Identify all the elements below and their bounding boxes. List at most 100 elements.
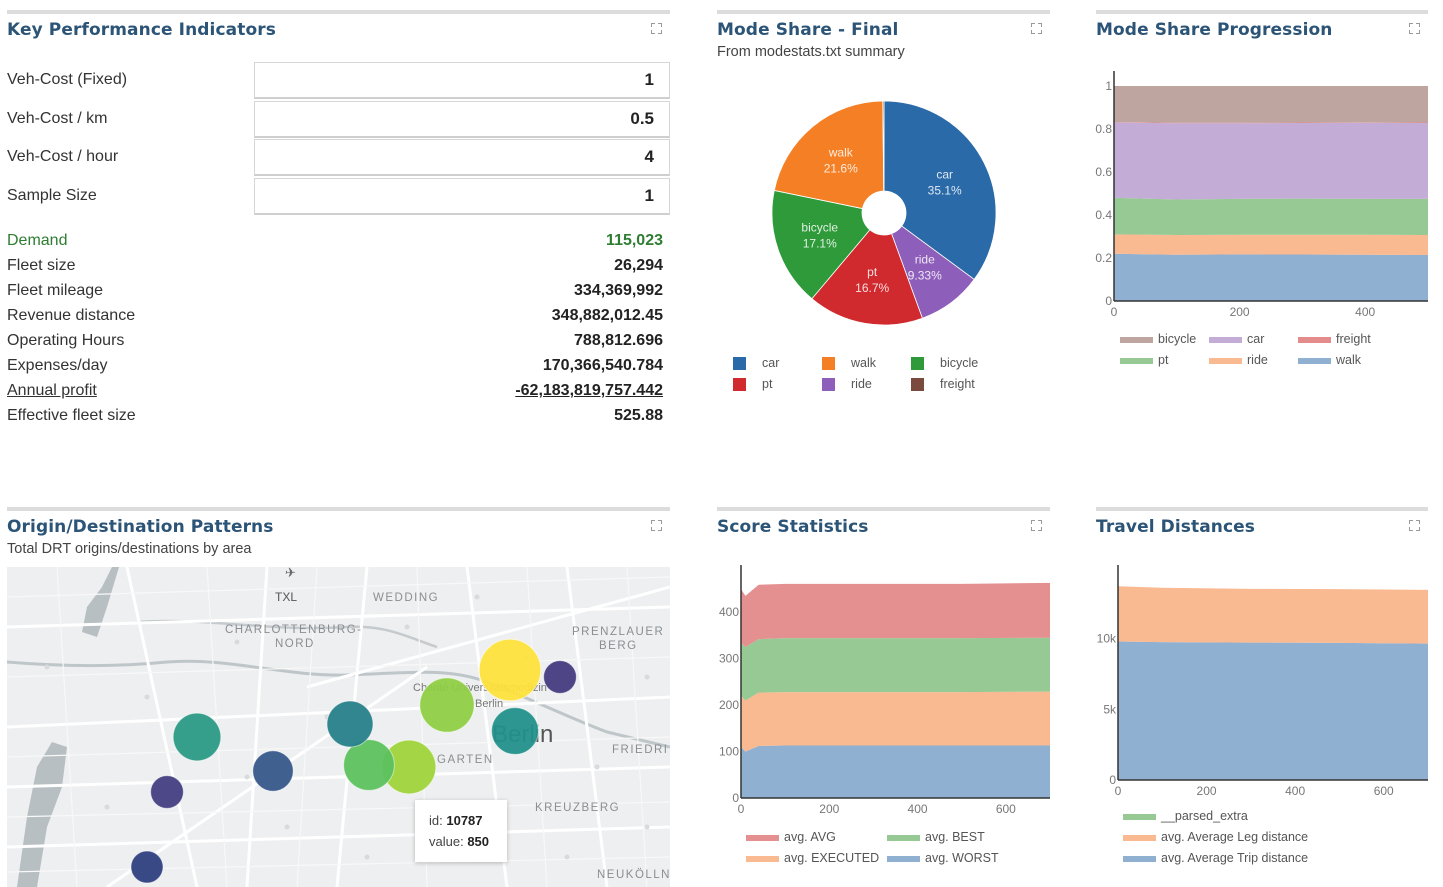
param-input[interactable] xyxy=(254,139,670,176)
area-series[interactable] xyxy=(1118,641,1428,780)
mode-share-progression-legend: bicycle car freight pt ride walk xyxy=(1120,332,1420,372)
legend-label: avg. WORST xyxy=(925,851,999,865)
score-statistics-legend: avg. AVG avg. BEST avg. EXECUTED avg. WORST xyxy=(746,830,1046,870)
expand-icon[interactable] xyxy=(1031,23,1042,34)
mode-share-final-subtitle: From modestats.txt summary xyxy=(717,44,905,60)
mode-share-legend: car walk bicycle pt ride freight xyxy=(733,356,1033,396)
od-bubble[interactable] xyxy=(172,712,222,762)
kpi-label: Fleet size xyxy=(7,257,76,274)
area-series[interactable] xyxy=(1114,122,1428,200)
map-label: GARTEN xyxy=(437,754,494,766)
param-input[interactable] xyxy=(254,100,670,138)
score-statistics-chart: 01002003004000 200 400 600 xyxy=(719,565,1050,816)
legend-label: freight xyxy=(940,377,975,391)
x-tick-label: 400 xyxy=(1355,305,1375,319)
kpi-value: -62,183,819,757.442 xyxy=(515,382,663,399)
area-series[interactable] xyxy=(741,582,1050,648)
map-label: BERG xyxy=(599,640,638,652)
pie-label: ride xyxy=(915,252,935,266)
kpi-value: 788,812.696 xyxy=(574,332,663,349)
x-tick-label: 0 xyxy=(738,802,745,816)
legend-swatch xyxy=(1120,358,1153,364)
map-basemap[interactable]: ✈ TXL WEDDING CHARLOTTENBURG- NORD PRENZ… xyxy=(7,567,670,887)
legend-swatch xyxy=(1123,856,1156,862)
travel-distances-legend: __parsed_extra avg. Average Leg distance a… xyxy=(1123,809,1423,869)
legend-swatch xyxy=(887,835,920,841)
legend-label: ride xyxy=(851,377,872,391)
kpi-value: 170,366,540.784 xyxy=(542,357,663,374)
legend-swatch xyxy=(1298,358,1331,364)
legend-label: ride xyxy=(1247,353,1268,367)
y-tick-label: 400 xyxy=(719,605,739,619)
area-series[interactable] xyxy=(1118,586,1428,644)
x-tick-label: 200 xyxy=(1197,784,1217,798)
map-label: NORD xyxy=(275,638,315,650)
area-series[interactable] xyxy=(1114,234,1428,255)
legend-label: avg. AVG xyxy=(784,830,836,844)
area-series[interactable] xyxy=(1114,197,1428,235)
legend-label: bicycle xyxy=(1158,332,1197,346)
kpi-value: 334,369,992 xyxy=(574,282,663,299)
legend-swatch xyxy=(887,856,920,862)
param-row: Veh-Cost / hour xyxy=(7,139,670,176)
expand-icon[interactable] xyxy=(651,520,662,531)
legend-swatch xyxy=(733,357,746,370)
od-bubble[interactable] xyxy=(419,677,475,733)
score-statistics-title: Score Statistics xyxy=(717,517,869,537)
x-tick-label: 400 xyxy=(908,802,928,816)
expand-icon[interactable] xyxy=(651,23,662,34)
area-series[interactable] xyxy=(741,691,1050,752)
legend-swatch xyxy=(733,378,746,391)
legend-label: avg. BEST xyxy=(925,830,985,844)
od-map[interactable]: ✈ TXL WEDDING CHARLOTTENBURG- NORD PRENZ… xyxy=(7,567,670,887)
y-tick-label: 0.8 xyxy=(1095,122,1112,136)
legend-label: __parsed_extra xyxy=(1161,809,1248,823)
kpi-row[interactable]: Annual profit -62,183,819,757.442 xyxy=(7,382,663,406)
tooltip-value-label: value: xyxy=(429,834,464,849)
airport-icon: ✈ xyxy=(285,567,297,580)
od-bubble[interactable] xyxy=(491,707,539,755)
expand-icon[interactable] xyxy=(1409,520,1420,531)
pie-label: bicycle xyxy=(801,220,838,234)
legend-label: avg. Average Trip distance xyxy=(1161,851,1309,865)
map-label: PRENZLAUER xyxy=(572,626,664,638)
od-bubble[interactable] xyxy=(130,850,164,884)
kpi-row: Fleet mileage 334,369,992 xyxy=(7,282,663,306)
od-patterns-title: Origin/Destination Patterns xyxy=(7,517,274,537)
legend-label: avg. EXECUTED xyxy=(784,851,880,865)
od-bubble[interactable] xyxy=(478,638,542,702)
travel-distances-chart: 05k10k0 200 400 600 xyxy=(1097,565,1428,798)
x-tick-label: 600 xyxy=(996,802,1016,816)
area-series[interactable] xyxy=(1114,253,1428,301)
od-bubble[interactable] xyxy=(252,750,294,792)
map-label: CHARLOTTENBURG- xyxy=(225,624,363,636)
legend-label: avg. Average Leg distance xyxy=(1161,830,1309,844)
legend-label: walk xyxy=(1336,353,1362,367)
pie-percent: 21.6% xyxy=(824,162,858,176)
map-label: NEUKÖLLN xyxy=(597,869,670,881)
param-input[interactable] xyxy=(254,62,670,99)
param-label: Veh-Cost (Fixed) xyxy=(7,71,128,88)
param-input[interactable] xyxy=(254,177,670,215)
kpi-label: Expenses/day xyxy=(7,357,108,374)
area-series[interactable] xyxy=(741,745,1050,798)
legend-swatch xyxy=(1123,814,1156,820)
legend-swatch xyxy=(1120,337,1153,343)
legend-swatch xyxy=(822,357,835,370)
y-tick-label: 200 xyxy=(719,698,739,712)
y-tick-label: 0.6 xyxy=(1095,165,1112,179)
od-bubble[interactable] xyxy=(150,775,184,809)
y-tick-label: 300 xyxy=(719,652,739,666)
param-label: Veh-Cost / km xyxy=(7,109,108,127)
expand-icon[interactable] xyxy=(1031,520,1042,531)
legend-label: freight xyxy=(1336,332,1371,346)
od-bubble[interactable] xyxy=(543,660,577,694)
map-label: FRIEDRI xyxy=(612,744,669,756)
expand-icon[interactable] xyxy=(1409,23,1420,34)
legend-swatch xyxy=(746,856,779,862)
od-bubble[interactable] xyxy=(326,700,374,748)
area-series[interactable] xyxy=(1114,86,1428,123)
pie-percent: 16.7% xyxy=(855,281,889,295)
mode-share-pie-chart: car 35.1% ride 9.33% pt 16.7% bicycle 17.1% walk… xyxy=(771,100,997,326)
area-series[interactable] xyxy=(741,637,1050,701)
